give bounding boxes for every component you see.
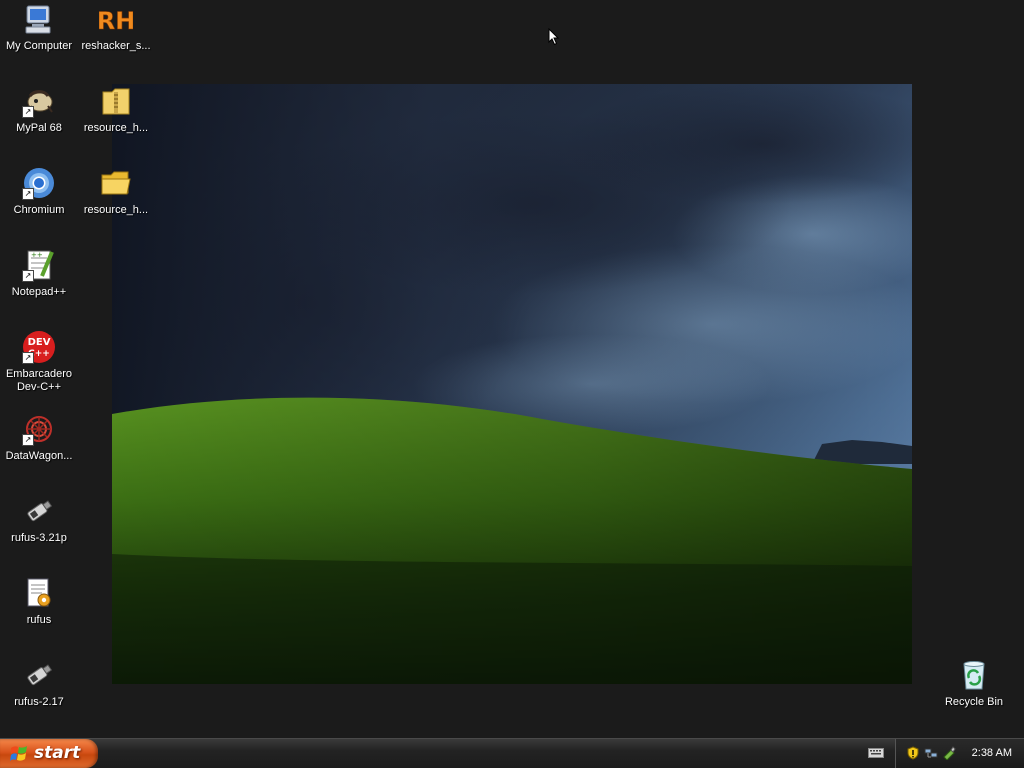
desktop-icon-label: resource_h... (83, 204, 149, 216)
usb-drive-icon (22, 494, 56, 528)
desktop-icon-label: My Computer (5, 40, 73, 52)
my-computer-icon (22, 2, 56, 36)
desktop-icon-label: rufus-3.21p (11, 532, 67, 544)
desktop-icon-rufus[interactable]: rufus (1, 576, 77, 646)
desktop-icon-label: Embarcadero Dev-C++ (5, 368, 73, 393)
mypal-icon: ↗ (22, 84, 56, 118)
desktop-icon-rufus-217[interactable]: rufus-2.17 (1, 658, 77, 728)
shortcut-arrow-icon: ↗ (22, 270, 34, 282)
zip-folder-icon (99, 84, 133, 118)
network-icon[interactable] (924, 746, 938, 760)
notepadpp-icon: ++ ↗ (22, 248, 56, 282)
desktop-icon-notepadpp[interactable]: ++ ↗ Notepad++ (1, 248, 77, 318)
desktop-icon-label: Chromium (13, 204, 65, 216)
shortcut-arrow-icon: ↗ (22, 106, 34, 118)
desktop-icon-label: rufus-2.17 (14, 696, 64, 708)
usb-drive-icon (22, 658, 56, 692)
start-button[interactable]: start (0, 739, 98, 768)
keyboard-icon[interactable] (868, 747, 884, 759)
security-shield-icon[interactable] (906, 746, 920, 760)
desktop-icon-resource-zip[interactable]: resource_h... (78, 84, 154, 154)
config-file-icon (22, 576, 56, 610)
windows-flag-icon (10, 746, 27, 761)
desktop-icon-rufus-321p[interactable]: rufus-3.21p (1, 494, 77, 564)
wallpaper (112, 84, 912, 684)
desktop-icon-label: resource_h... (83, 122, 149, 134)
taskbar: start 2:38 AM (0, 738, 1024, 768)
devcpp-glyph-top: DEV (28, 337, 51, 348)
wallpaper-image (112, 84, 912, 684)
mouse-cursor-icon (548, 28, 560, 46)
desktop-icon-label: Recycle Bin (944, 696, 1004, 708)
desktop-icon-resource-folder[interactable]: resource_h... (78, 166, 154, 236)
start-label: start (34, 743, 81, 763)
recycle-bin-icon (957, 658, 991, 692)
desktop-icon-label: Notepad++ (11, 286, 67, 298)
shortcut-arrow-icon: ↗ (22, 188, 34, 200)
desktop-icon-recycle-bin[interactable]: Recycle Bin (936, 658, 1012, 728)
desktop-icon-chromium[interactable]: ↗ Chromium (1, 166, 77, 236)
datawagon-icon: ↗ (22, 412, 56, 446)
desktop-icon-my-computer[interactable]: My Computer (1, 2, 77, 72)
desktop-icon-mypal[interactable]: ↗ MyPal 68 (1, 84, 77, 154)
desktop-icon-label: MyPal 68 (16, 122, 62, 134)
reshacker-icon: RH (99, 2, 133, 36)
folder-icon (99, 166, 133, 200)
shortcut-arrow-icon: ↗ (22, 352, 34, 364)
desktop-icon-label: rufus (26, 614, 52, 626)
desktop-icon-devcpp[interactable]: DEV C++ ↗ Embarcadero Dev-C++ (1, 330, 77, 400)
desktop-icon-label: reshacker_s... (81, 40, 151, 52)
clock[interactable]: 2:38 AM (972, 739, 1012, 768)
svg-text:++: ++ (31, 251, 43, 259)
reshacker-glyph: RH (99, 7, 133, 35)
desktop-icon-reshacker[interactable]: RH reshacker_s... (78, 2, 154, 72)
safely-remove-icon[interactable] (942, 746, 956, 760)
desktop[interactable]: My Computer ↗ MyPal 68 ↗ Chromium ++ ↗ N… (0, 0, 1024, 738)
shortcut-arrow-icon: ↗ (22, 434, 34, 446)
chromium-icon: ↗ (22, 166, 56, 200)
system-tray: 2:38 AM (895, 739, 1024, 768)
desktop-icon-datawagon[interactable]: ↗ DataWagon... (1, 412, 77, 482)
desktop-icon-label: DataWagon... (5, 450, 73, 462)
devcpp-icon: DEV C++ ↗ (22, 330, 56, 364)
